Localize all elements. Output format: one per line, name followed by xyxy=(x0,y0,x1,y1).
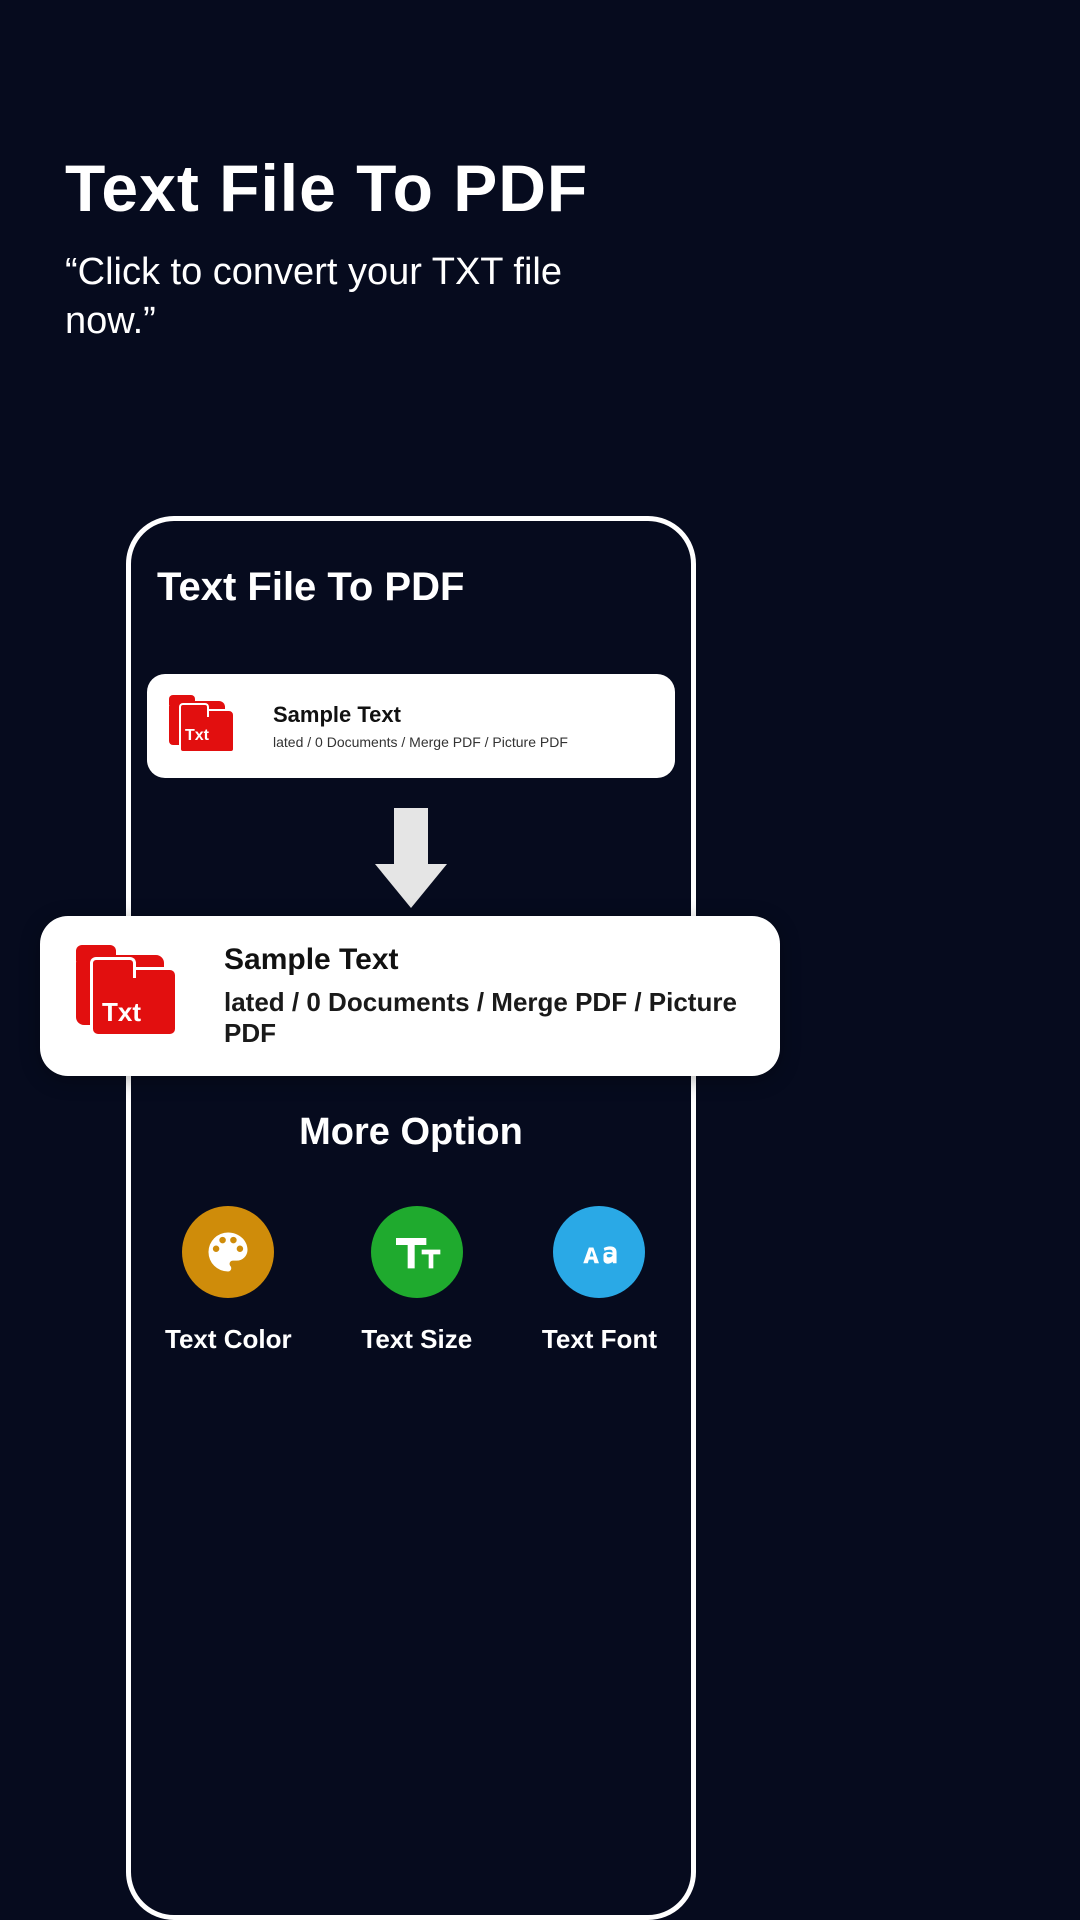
page-header: Text File To PDF “Click to convert your … xyxy=(0,0,1080,347)
icon-label: Txt xyxy=(102,997,141,1028)
source-file-title: Sample Text xyxy=(273,702,568,728)
option-label: Text Font xyxy=(542,1324,657,1355)
page-title: Text File To PDF xyxy=(65,150,1015,226)
option-text-font[interactable]: Text Font xyxy=(542,1206,657,1355)
source-file-card[interactable]: Txt Sample Text lated / 0 Documents / Me… xyxy=(147,674,675,778)
phone-frame: Text File To PDF Txt Sample Text lated /… xyxy=(126,516,696,1920)
icon-label: Txt xyxy=(185,727,209,745)
option-label: Text Size xyxy=(361,1324,472,1355)
palette-icon xyxy=(182,1206,274,1298)
option-text-size[interactable]: Text Size xyxy=(361,1206,472,1355)
txt-folder-icon: Txt xyxy=(169,701,237,751)
more-options-section: More Option Text Color Text Size Text Fo… xyxy=(131,1111,691,1355)
option-label: Text Color xyxy=(165,1324,292,1355)
txt-folder-icon: Txt xyxy=(76,955,180,1037)
target-file-card[interactable]: Txt Sample Text lated / 0 Documents / Me… xyxy=(40,916,780,1076)
more-options-title: More Option xyxy=(131,1111,691,1154)
source-file-text: Sample Text lated / 0 Documents / Merge … xyxy=(273,702,568,750)
text-font-icon xyxy=(553,1206,645,1298)
option-text-color[interactable]: Text Color xyxy=(165,1206,292,1355)
arrow-down-icon xyxy=(381,808,441,908)
panel-title: Text File To PDF xyxy=(157,565,675,610)
page-subtitle: “Click to convert your TXT file now.” xyxy=(65,248,625,347)
target-file-text: Sample Text lated / 0 Documents / Merge … xyxy=(224,943,744,1049)
text-size-icon xyxy=(371,1206,463,1298)
source-file-subtitle: lated / 0 Documents / Merge PDF / Pictur… xyxy=(273,734,568,750)
target-file-subtitle: lated / 0 Documents / Merge PDF / Pictur… xyxy=(224,987,744,1049)
target-file-title: Sample Text xyxy=(224,943,744,977)
